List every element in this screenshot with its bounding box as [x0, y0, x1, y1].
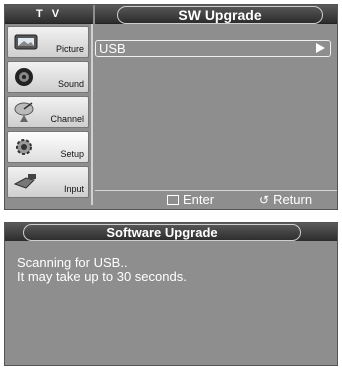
dialog-title: Software Upgrade — [23, 224, 301, 241]
dialog-line-2: It may take up to 30 seconds. — [17, 269, 187, 284]
footer-bar: Enter ↺ Return — [95, 190, 337, 209]
sidebar: Picture Sound Channel Setup Input — [5, 24, 93, 205]
software-upgrade-dialog: Software Upgrade Scanning for USB.. It m… — [4, 222, 338, 366]
usb-option-label: USB — [99, 41, 126, 56]
dialog-header: Software Upgrade — [5, 223, 337, 241]
sidebar-item-label: Channel — [50, 114, 84, 124]
return-hint: ↺ Return — [259, 192, 312, 208]
sidebar-item-label: Setup — [60, 149, 84, 159]
dialog-message: Scanning for USB.. It may take up to 30 … — [17, 256, 187, 284]
enter-label: Enter — [183, 192, 215, 207]
return-icon: ↺ — [259, 193, 270, 207]
sw-upgrade-menu: T V SW Upgrade Picture Sound Channel Set… — [4, 4, 338, 210]
sidebar-item-label: Input — [63, 184, 84, 194]
header-bar: SW Upgrade — [95, 5, 337, 24]
sidebar-item-label: Sound — [57, 79, 84, 89]
setup-icon — [16, 139, 32, 155]
tv-label: T V — [5, 5, 93, 24]
sidebar-item-input[interactable]: Input — [7, 166, 89, 198]
sidebar-item-channel[interactable]: Channel — [7, 96, 89, 128]
footer-divider — [95, 190, 337, 191]
channel-icon — [14, 102, 34, 122]
enter-icon — [167, 195, 179, 205]
return-label: Return — [273, 192, 313, 207]
sidebar-item-label: Picture — [55, 44, 84, 54]
sidebar-item-sound[interactable]: Sound — [7, 61, 89, 93]
arrow-right-icon — [316, 43, 325, 53]
dialog-line-1: Scanning for USB.. — [17, 255, 128, 270]
sidebar-item-setup[interactable]: Setup — [7, 131, 89, 163]
sidebar-item-picture[interactable]: Picture — [7, 26, 89, 58]
menu-title: SW Upgrade — [117, 6, 323, 24]
enter-hint: Enter — [167, 192, 214, 207]
picture-icon — [14, 34, 38, 50]
sound-icon — [15, 68, 33, 86]
usb-option[interactable]: USB — [95, 40, 331, 57]
input-icon — [13, 174, 36, 189]
